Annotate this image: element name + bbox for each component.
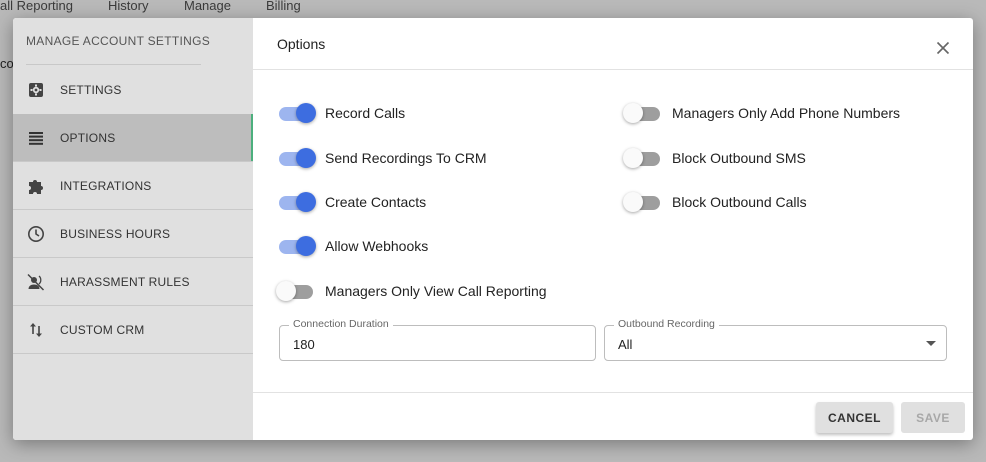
option-block-sms: Block Outbound SMS — [623, 147, 806, 169]
dialog-footer: CANCEL SAVE — [253, 392, 973, 440]
clock-icon — [26, 224, 46, 244]
bg-nav-manage: Manage — [184, 0, 231, 13]
block-sms-label: Block Outbound SMS — [672, 150, 806, 166]
save-button[interactable]: SAVE — [901, 402, 965, 433]
managers-add-numbers-label: Managers Only Add Phone Numbers — [672, 105, 901, 121]
swap-vertical-icon — [26, 320, 46, 340]
record-calls-label: Record Calls — [325, 105, 406, 121]
managers-view-reporting-toggle[interactable] — [276, 280, 314, 302]
managers-view-reporting-label: Managers Only View Call Reporting — [325, 283, 547, 299]
close-icon — [936, 41, 950, 55]
sidebar-item-harassment-rules[interactable]: HARASSMENT RULES — [13, 258, 253, 306]
dialog-header: Options — [253, 18, 973, 70]
connection-duration-field[interactable]: Connection Duration 180 — [279, 318, 596, 361]
close-button[interactable] — [935, 40, 951, 56]
connection-duration-value: 180 — [293, 337, 315, 352]
managers-add-numbers-toggle[interactable] — [623, 102, 661, 124]
bg-nav-reporting: all Reporting — [0, 0, 73, 13]
puzzle-icon — [26, 176, 46, 196]
send-recordings-toggle[interactable] — [278, 147, 316, 169]
sidebar-divider — [26, 64, 201, 65]
option-record-calls: Record Calls — [278, 102, 405, 124]
sidebar-title: MANAGE ACCOUNT SETTINGS — [26, 34, 211, 48]
connection-duration-label: Connection Duration — [289, 318, 393, 330]
sidebar-item-settings[interactable]: SETTINGS — [13, 66, 253, 114]
option-block-calls: Block Outbound Calls — [623, 191, 807, 213]
gear-icon — [26, 80, 46, 100]
sidebar-item-custom-crm[interactable]: CUSTOM CRM — [13, 306, 253, 354]
manage-account-settings-dialog: MANAGE ACCOUNT SETTINGS SETTINGS OPTIONS… — [13, 18, 973, 440]
outbound-recording-label: Outbound Recording — [614, 318, 719, 330]
sidebar-item-label: HARASSMENT RULES — [60, 274, 190, 289]
bg-nav-history: History — [108, 0, 149, 13]
block-calls-label: Block Outbound Calls — [672, 194, 807, 210]
sidebar-item-label: SETTINGS — [60, 83, 122, 97]
option-allow-webhooks: Allow Webhooks — [278, 235, 428, 257]
create-contacts-label: Create Contacts — [325, 194, 427, 210]
bg-nav-billing: Billing — [266, 0, 301, 13]
list-icon — [26, 128, 46, 148]
sidebar-item-business-hours[interactable]: BUSINESS HOURS — [13, 210, 253, 258]
block-calls-toggle[interactable] — [623, 191, 661, 213]
send-recordings-label: Send Recordings To CRM — [325, 150, 487, 166]
outbound-recording-select[interactable]: Outbound Recording All — [604, 318, 947, 361]
sidebar-item-label: INTEGRATIONS — [60, 178, 152, 193]
option-managers-view-reporting: Managers Only View Call Reporting — [276, 280, 547, 302]
sidebar-item-label: CUSTOM CRM — [60, 322, 145, 337]
sidebar-item-options[interactable]: OPTIONS — [13, 114, 253, 162]
block-sms-toggle[interactable] — [623, 147, 661, 169]
option-managers-add-numbers: Managers Only Add Phone Numbers — [623, 102, 901, 124]
voice-off-icon — [26, 272, 46, 292]
sidebar-item-label: BUSINESS HOURS — [60, 226, 171, 241]
sidebar-item-label: OPTIONS — [60, 130, 116, 145]
options-panel: Options Record Calls Send Recordings To … — [253, 18, 973, 440]
sidebar-item-integrations[interactable]: INTEGRATIONS — [13, 162, 253, 210]
dropdown-arrow-icon — [926, 341, 936, 346]
settings-sidebar: MANAGE ACCOUNT SETTINGS SETTINGS OPTIONS… — [13, 18, 253, 440]
option-send-recordings: Send Recordings To CRM — [278, 147, 487, 169]
record-calls-toggle[interactable] — [278, 102, 316, 124]
allow-webhooks-toggle[interactable] — [278, 235, 316, 257]
create-contacts-toggle[interactable] — [278, 191, 316, 213]
cancel-button[interactable]: CANCEL — [816, 402, 893, 433]
allow-webhooks-label: Allow Webhooks — [325, 238, 429, 254]
option-create-contacts: Create Contacts — [278, 191, 426, 213]
page-title: Options — [277, 36, 326, 52]
background-nav: all Reporting History Manage Billing — [0, 0, 986, 18]
sidebar-nav: SETTINGS OPTIONS INTEGRATIONS BUSINESS H… — [13, 66, 253, 354]
outbound-recording-value: All — [618, 337, 633, 352]
